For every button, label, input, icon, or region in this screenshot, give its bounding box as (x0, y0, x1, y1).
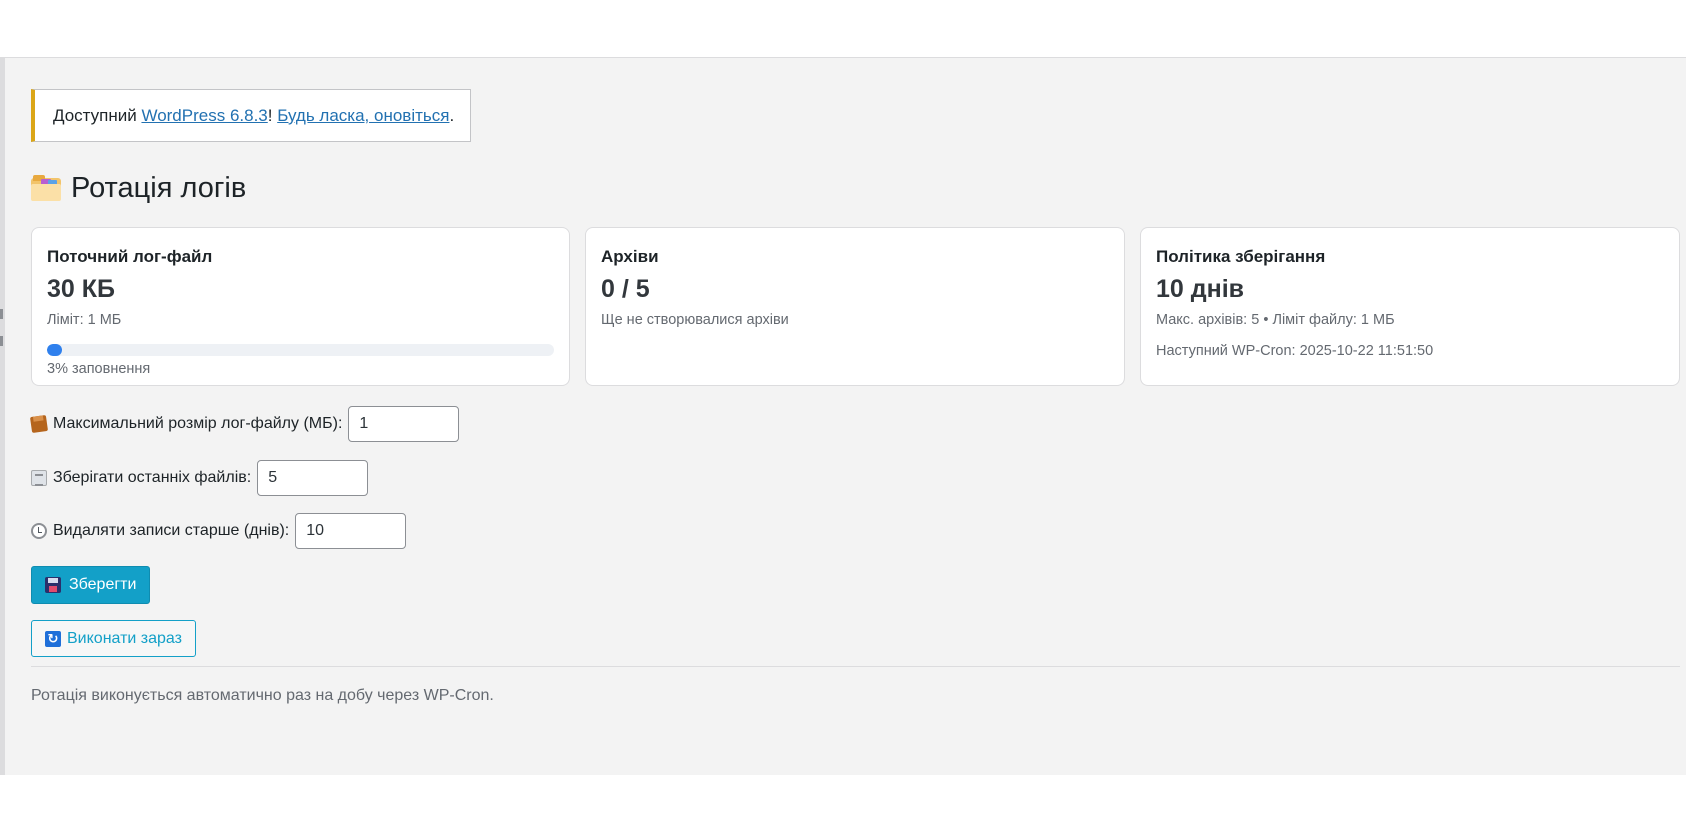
retention-policy-card: Політика зберігання 10 днів Макс. архіві… (1140, 227, 1680, 386)
run-now-button[interactable]: ↻ Виконати зараз (31, 620, 196, 657)
notice-suffix: . (449, 106, 455, 125)
package-icon (29, 414, 49, 434)
update-notice: Доступний WordPress 6.8.3! Будь ласка, о… (31, 89, 471, 142)
notice-prefix: Доступний (53, 106, 142, 125)
keep-files-input[interactable] (257, 460, 369, 496)
retention-days: 10 днів (1156, 275, 1245, 303)
keep-files-label: Зберігати останніх файлів: (53, 469, 252, 486)
top-bar (0, 0, 1686, 58)
current-log-size: 30 КБ (47, 275, 115, 303)
card-title: Політика зберігання (1156, 247, 1326, 266)
admin-menu-edge-mark (0, 336, 3, 346)
run-now-button-label: Виконати зараз (67, 629, 182, 647)
save-button-label: Зберегти (69, 576, 137, 593)
card-title: Поточний лог-файл (47, 247, 213, 266)
archives-card: Архіви 0 / 5 Ще не створювалися архіви (585, 227, 1125, 386)
log-fill-progress-fill (47, 344, 63, 356)
cron-footnote: Ротація виконується автоматично раз на д… (31, 687, 494, 704)
max-size-label: Максимальний розмір лог-файлу (МБ): (53, 415, 343, 432)
page-header: Ротація логів (31, 168, 246, 208)
current-log-card: Поточний лог-файл 30 КБ Ліміт: 1 МБ 3% з… (31, 227, 570, 386)
next-cron-time: Наступний WP-Cron: 2025-10-22 11:51:50 (1156, 343, 1434, 359)
retention-details: Макс. архівів: 5 • Ліміт файлу: 1 МБ (1156, 312, 1395, 328)
wordpress-version-link[interactable]: WordPress 6.8.3 (141, 106, 267, 125)
page-title: Ротація логів (71, 171, 247, 204)
max-size-field-row: Максимальний розмір лог-файлу (МБ): (29, 405, 460, 443)
folder-icon (31, 175, 61, 201)
delete-older-field-row: Видаляти записи старше (днів): (31, 512, 407, 550)
update-now-link[interactable]: Будь ласка, оновіться (277, 106, 449, 125)
log-fill-label: 3% заповнення (47, 361, 151, 377)
save-button[interactable]: Зберегти (31, 566, 151, 604)
card-title: Архіви (601, 247, 659, 266)
keep-files-field-row: Зберігати останніх файлів: (31, 459, 369, 497)
delete-older-input[interactable] (295, 513, 407, 549)
clock-icon (31, 523, 47, 539)
divider (31, 666, 1680, 667)
archives-count: 0 / 5 (601, 275, 650, 303)
refresh-icon: ↻ (45, 630, 61, 647)
admin-menu-edge (0, 58, 5, 775)
log-limit: Ліміт: 1 МБ (47, 312, 122, 328)
admin-menu-edge-mark (0, 309, 3, 319)
archives-note: Ще не створювалися архіви (601, 312, 789, 328)
delete-older-label: Видаляти записи старше (днів): (53, 522, 290, 539)
document-icon (31, 470, 47, 486)
max-size-input[interactable] (348, 406, 460, 442)
floppy-disk-icon (45, 577, 61, 593)
log-fill-progress-bar (47, 344, 554, 356)
notice-middle: ! (267, 106, 278, 125)
